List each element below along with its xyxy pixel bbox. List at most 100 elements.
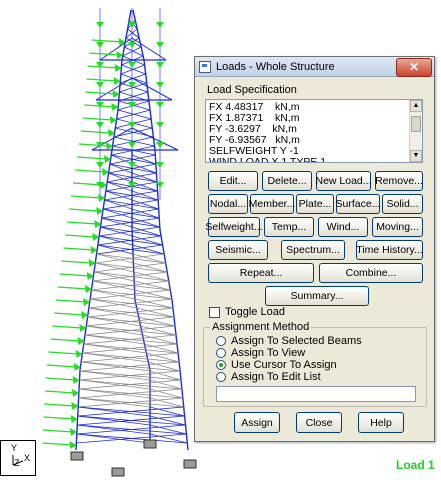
gravity-arrowhead [156,82,164,88]
scroll-thumb[interactable] [411,116,421,132]
remove-button[interactable]: Remove... [375,171,423,191]
support-block [143,439,157,449]
new-load-button[interactable]: New Load... [315,171,372,191]
edit-list-input[interactable] [216,386,416,402]
gravity-arrowhead [156,122,164,128]
close-button[interactable]: Close [296,412,342,433]
scroll-up-icon[interactable]: ▲ [410,100,422,112]
wind-button[interactable]: Wind... [318,217,368,237]
gravity-arrowhead [96,102,104,108]
dialog-app-icon [199,60,211,73]
gravity-arrowhead [96,42,104,48]
bracing-member [134,298,173,309]
bracing-member [134,280,171,291]
radio-button-selected[interactable] [216,360,226,370]
delete-button[interactable]: Delete... [262,171,312,191]
wind-load-arrow [78,143,109,147]
gravity-arrowhead [96,122,104,128]
gravity-arrowhead [156,22,164,28]
support-block [70,451,84,461]
dialog-titlebar[interactable]: Loads - Whole Structure ✕ [195,57,434,77]
wind-arrowhead [72,376,80,384]
radio-label: Use Cursor To Assign [231,359,337,371]
gravity-arrowhead [128,142,136,148]
toggle-load-checkbox[interactable]: Toggle Load [209,306,285,318]
radio-assign-edit-list[interactable]: Assign To Edit List [216,371,321,383]
spec-scrollbar[interactable]: ▲ ▼ [409,100,422,162]
selfweight-button[interactable]: Selfweight... [205,217,263,237]
support-block [183,459,197,469]
close-icon[interactable]: ✕ [396,58,432,77]
nodal-button[interactable]: Nodal... [208,194,248,214]
bracing-member [132,244,165,255]
tower-leg-left [111,109,119,151]
seismic-button[interactable]: Seismic... [208,240,268,260]
wind-arrowhead [69,441,77,449]
wind-load-arrow [67,221,98,225]
axis-lines [12,455,24,466]
gravity-arrowhead [156,162,164,168]
support-block [111,467,125,477]
radio-button[interactable] [216,348,226,358]
gravity-arrowhead [156,42,164,48]
spectrum-button[interactable]: Spectrum... [281,240,345,260]
wind-load-arrow [48,351,79,355]
wind-load-arrow [61,260,92,264]
wind-load-arrow [42,429,74,433]
radio-label: Assign To View [231,347,306,359]
bracing-member [108,172,133,183]
wind-arrowhead [71,389,79,397]
gravity-arrowhead [128,42,136,48]
wind-load-arrow [46,364,77,368]
wind-load-arrow [57,286,88,290]
gravity-arrowhead [96,82,104,88]
radio-assign-to-view[interactable]: Assign To View [216,347,305,359]
radio-button[interactable] [216,372,226,382]
plate-button[interactable]: Plate... [296,194,334,214]
wind-load-arrow [65,234,96,238]
surface-button[interactable]: Surface... [336,194,380,214]
radio-label: Assign To Selected Beams [231,335,362,347]
solid-button[interactable]: Solid... [382,194,423,214]
gravity-arrowhead [96,162,104,168]
bracing-member [138,316,176,327]
help-button[interactable]: Help [358,412,404,433]
moving-button[interactable]: Moving... [372,217,423,237]
bracing-member [77,424,151,435]
wind-arrowhead [70,415,78,423]
radio-assign-selected-beams[interactable]: Assign To Selected Beams [216,335,362,347]
wind-load-arrow [44,403,75,407]
radio-use-cursor[interactable]: Use Cursor To Assign [216,359,337,371]
wind-load-arrow [86,78,117,82]
gravity-arrowhead [156,62,164,68]
bracing-member [76,433,151,444]
assignment-method-group: Assignment Method Assign To Selected Bea… [203,321,427,407]
summary-button[interactable]: Summary... [265,286,369,306]
repeat-button[interactable]: Repeat... [208,263,314,283]
assign-button[interactable]: Assign [234,412,280,433]
bracing-member [131,217,160,228]
wind-load-arrow [82,117,113,121]
toggle-load-label: Toggle Load [225,306,285,318]
wind-arrowhead [71,402,79,410]
member-button[interactable]: Member... [249,194,295,214]
checkbox-box[interactable] [209,306,220,318]
wind-load-arrow [76,156,107,160]
wind-load-arrow [50,338,81,342]
wind-load-arrow [42,442,73,446]
wind-load-arrow [89,52,120,56]
bracing-member [104,199,133,210]
radio-button[interactable] [216,336,226,346]
edit-button[interactable]: Edit... [208,171,258,191]
bracing-member [132,253,166,264]
combine-button[interactable]: Combine... [319,263,423,283]
load-spec-item[interactable]: WIND LOAD X 1 TYPE 1 [209,157,422,163]
temp-button[interactable]: Temp... [264,217,314,237]
load-spec-list[interactable]: FX 4.48317 kN,m FX 1.87371 kN,m FY -3.6297… [205,99,423,163]
dialog-title: Loads - Whole Structure [216,60,335,73]
assignment-method-legend: Assignment Method [210,321,312,333]
time-history-button[interactable]: Time History... [356,240,423,260]
wind-load-arrow [71,195,102,199]
load-case-label: Load 1 [396,458,435,472]
scroll-down-icon[interactable]: ▼ [410,150,422,162]
